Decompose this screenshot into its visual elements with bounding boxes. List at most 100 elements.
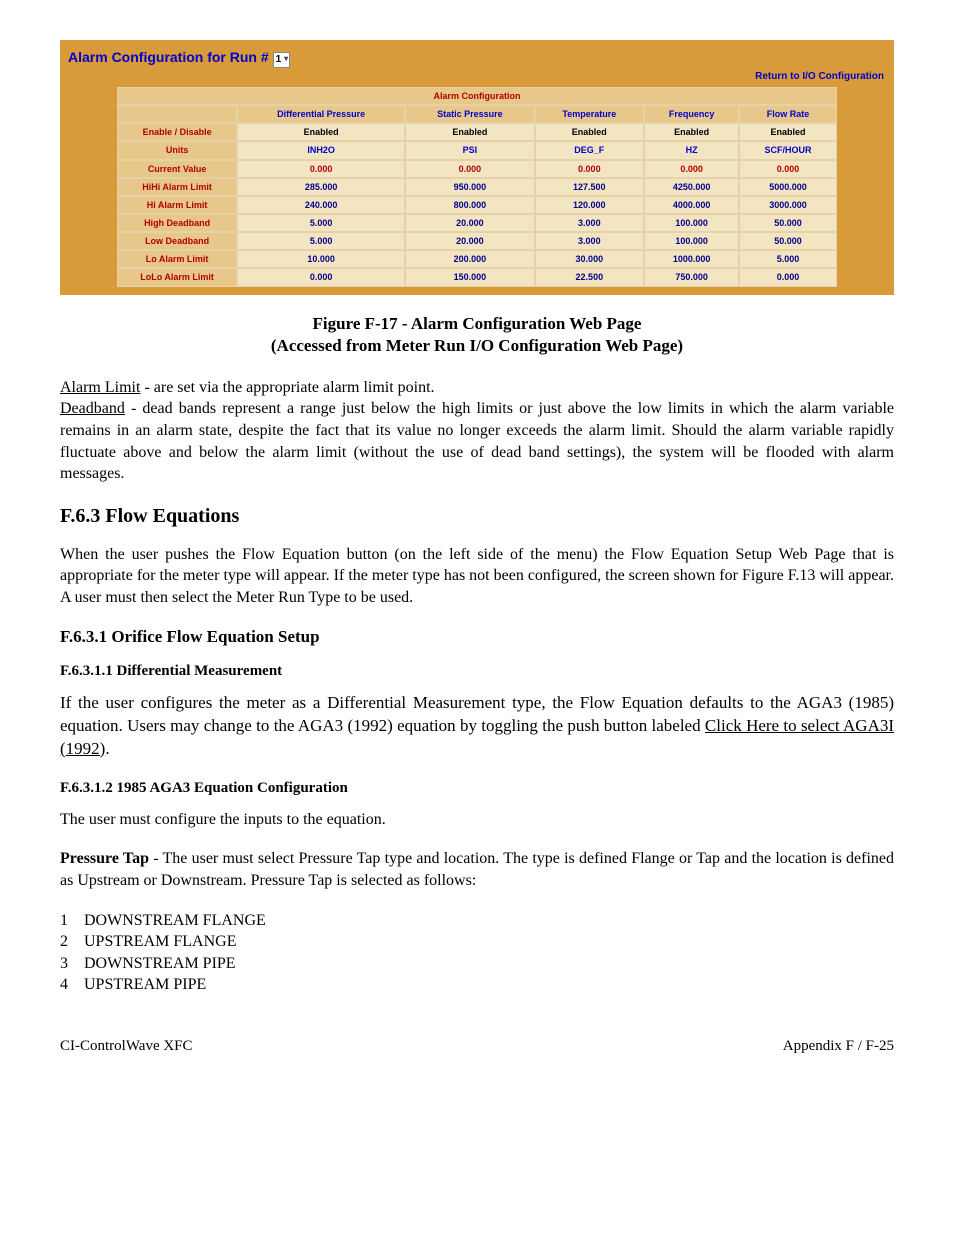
section-f6312-heading: F.6.3.1.2 1985 AGA3 Equation Configurati… — [60, 778, 894, 798]
column-header: Differential Pressure — [237, 105, 405, 123]
table-cell: PSI — [405, 141, 534, 159]
table-cell: 20.000 — [405, 214, 534, 232]
list-number: 3 — [60, 953, 84, 975]
table-cell: Enabled — [237, 123, 405, 141]
list-text: UPSTREAM PIPE — [84, 974, 206, 996]
table-cell: 240.000 — [237, 196, 405, 214]
deadband-text: - dead bands represent a range just belo… — [60, 400, 894, 482]
row-label: Low Deadband — [117, 232, 237, 250]
list-text: UPSTREAM FLANGE — [84, 931, 236, 953]
list-text: DOWNSTREAM PIPE — [84, 953, 236, 975]
table-cell: 5.000 — [739, 250, 837, 268]
table-cell: Enabled — [405, 123, 534, 141]
table-cell: 50.000 — [739, 232, 837, 250]
section-f63-para: When the user pushes the Flow Equation b… — [60, 544, 894, 609]
table-cell: 30.000 — [535, 250, 644, 268]
footer-left: CI-ControlWave XFC — [60, 1036, 193, 1056]
table-cell: Enabled — [644, 123, 739, 141]
table-title: Alarm Configuration — [117, 87, 837, 105]
table-cell: 4000.000 — [644, 196, 739, 214]
table-cell: 4250.000 — [644, 178, 739, 196]
table-cell: 200.000 — [405, 250, 534, 268]
definitions-para: Alarm Limit - are set via the appropriat… — [60, 377, 894, 485]
table-cell: 150.000 — [405, 268, 534, 286]
table-cell: 800.000 — [405, 196, 534, 214]
list-item: 3DOWNSTREAM PIPE — [60, 953, 894, 975]
pressure-tap-label: Pressure Tap — [60, 850, 149, 867]
row-label: High Deadband — [117, 214, 237, 232]
pressure-tap-text: - The user must select Pressure Tap type… — [60, 850, 894, 889]
table-cell: 3.000 — [535, 214, 644, 232]
section-f6311-heading: F.6.3.1.1 Differential Measurement — [60, 661, 894, 681]
caption-line2: (Accessed from Meter Run I/O Configurati… — [271, 336, 683, 355]
table-cell: 100.000 — [644, 214, 739, 232]
table-cell: 5.000 — [237, 232, 405, 250]
header-prefix: Alarm Configuration for Run # — [68, 49, 273, 65]
run-number-select[interactable]: 1 — [273, 52, 291, 68]
table-cell: Enabled — [535, 123, 644, 141]
row-label: Enable / Disable — [117, 123, 237, 141]
alarm-config-screenshot: Alarm Configuration for Run # 1 Return t… — [60, 40, 894, 295]
pressure-tap-list: 1DOWNSTREAM FLANGE2UPSTREAM FLANGE3DOWNS… — [60, 910, 894, 996]
list-item: 1DOWNSTREAM FLANGE — [60, 910, 894, 932]
table-cell: 120.000 — [535, 196, 644, 214]
table-cell: 750.000 — [644, 268, 739, 286]
caption-line1: Figure F-17 - Alarm Configuration Web Pa… — [313, 314, 642, 333]
footer-right: Appendix F / F-25 — [783, 1036, 894, 1056]
table-cell: 5000.000 — [739, 178, 837, 196]
column-header: Flow Rate — [739, 105, 837, 123]
section-f631-heading: F.6.3.1 Orifice Flow Equation Setup — [60, 626, 894, 649]
table-cell: 0.000 — [739, 268, 837, 286]
table-cell: 0.000 — [739, 160, 837, 178]
table-cell: 0.000 — [237, 160, 405, 178]
list-item: 2UPSTREAM FLANGE — [60, 931, 894, 953]
table-cell: 285.000 — [237, 178, 405, 196]
row-label: LoLo Alarm Limit — [117, 268, 237, 286]
table-cell: 0.000 — [405, 160, 534, 178]
f6311-post: . — [105, 739, 109, 758]
row-label: Current Value — [117, 160, 237, 178]
deadband-term: Deadband — [60, 400, 125, 417]
table-cell: 22.500 — [535, 268, 644, 286]
table-cell: 100.000 — [644, 232, 739, 250]
list-number: 2 — [60, 931, 84, 953]
table-cell: 20.000 — [405, 232, 534, 250]
section-f63-heading: F.6.3 Flow Equations — [60, 503, 894, 530]
table-cell: SCF/HOUR — [739, 141, 837, 159]
pressure-tap-para: Pressure Tap - The user must select Pres… — [60, 848, 894, 891]
table-cell: 50.000 — [739, 214, 837, 232]
alarm-config-table: Alarm Configuration Differential Pressur… — [117, 87, 837, 287]
table-cell: 3000.000 — [739, 196, 837, 214]
table-cell: 0.000 — [535, 160, 644, 178]
list-number: 1 — [60, 910, 84, 932]
section-f6312-para1: The user must configure the inputs to th… — [60, 809, 894, 831]
column-header: Temperature — [535, 105, 644, 123]
table-cell: INH2O — [237, 141, 405, 159]
column-header: Frequency — [644, 105, 739, 123]
figure-caption: Figure F-17 - Alarm Configuration Web Pa… — [60, 313, 894, 357]
table-cell: 5.000 — [237, 214, 405, 232]
table-cell: 3.000 — [535, 232, 644, 250]
table-cell: 127.500 — [535, 178, 644, 196]
row-label: HiHi Alarm Limit — [117, 178, 237, 196]
alarm-limit-text: - are set via the appropriate alarm limi… — [140, 379, 434, 396]
column-header: Static Pressure — [405, 105, 534, 123]
return-link[interactable]: Return to I/O Configuration — [68, 70, 884, 84]
table-cell: 0.000 — [644, 160, 739, 178]
list-text: DOWNSTREAM FLANGE — [84, 910, 266, 932]
row-label: Units — [117, 141, 237, 159]
list-item: 4UPSTREAM PIPE — [60, 974, 894, 996]
table-cell: Enabled — [739, 123, 837, 141]
table-cell: DEG_F — [535, 141, 644, 159]
alarm-limit-term: Alarm Limit — [60, 379, 140, 396]
page-footer: CI-ControlWave XFC Appendix F / F-25 — [60, 1036, 894, 1056]
table-cell: 1000.000 — [644, 250, 739, 268]
row-label: Lo Alarm Limit — [117, 250, 237, 268]
row-label: Hi Alarm Limit — [117, 196, 237, 214]
list-number: 4 — [60, 974, 84, 996]
section-f6311-para: If the user configures the meter as a Di… — [60, 692, 894, 761]
table-cell: 0.000 — [237, 268, 405, 286]
table-cell: 950.000 — [405, 178, 534, 196]
table-cell: HZ — [644, 141, 739, 159]
table-cell: 10.000 — [237, 250, 405, 268]
